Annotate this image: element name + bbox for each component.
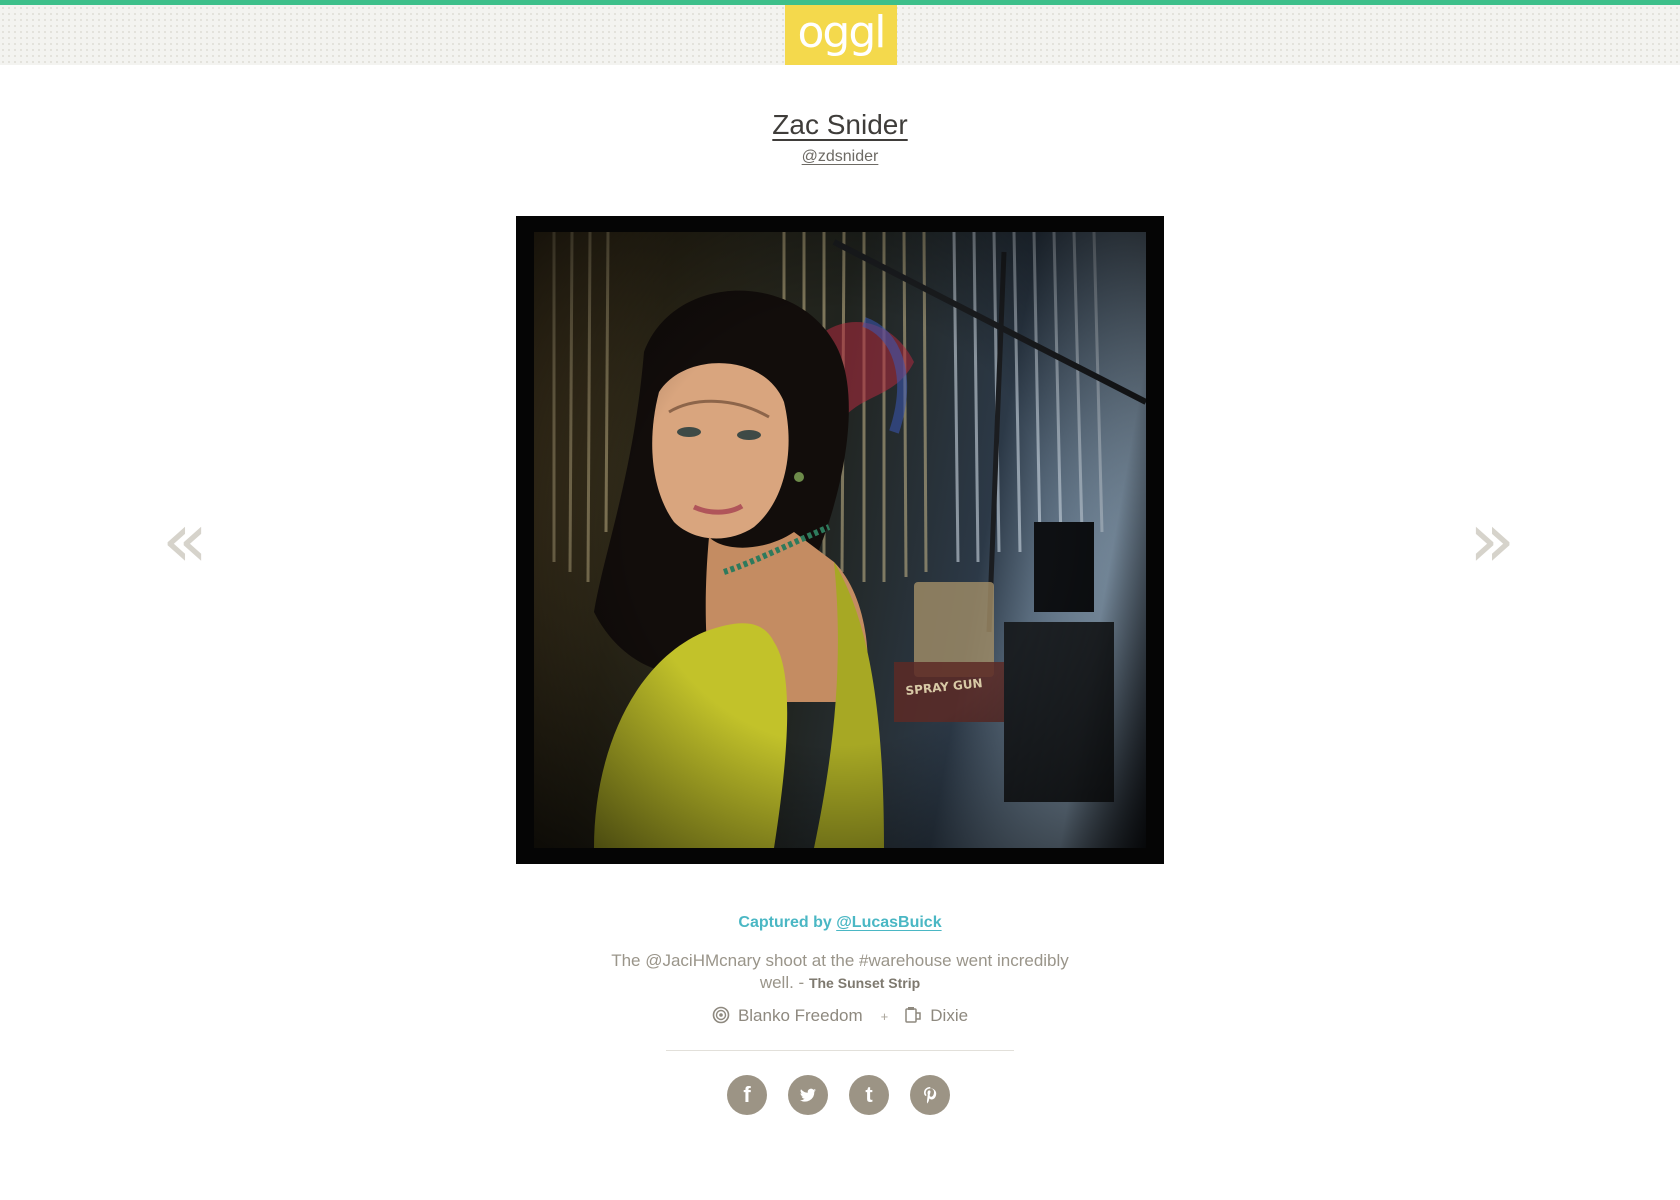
logo-text: oggl (797, 7, 886, 58)
oggl-logo[interactable]: oggl (785, 5, 897, 65)
lens-icon (712, 1006, 730, 1024)
twitter-icon (800, 1088, 816, 1102)
facebook-share-button[interactable]: f (727, 1075, 767, 1115)
photo: SPRAY GUN (534, 232, 1146, 848)
double-chevron-right-icon: » (1468, 495, 1516, 584)
pinterest-icon (924, 1087, 937, 1104)
meta-separator: + (880, 1009, 889, 1024)
photo-caption: The @JaciHMcnary shoot at the #warehouse… (600, 950, 1080, 994)
profile-name-link[interactable]: Zac Snider (772, 109, 907, 140)
film-icon (905, 1007, 922, 1023)
facebook-icon: f (743, 1082, 751, 1107)
photo-vignette (534, 232, 1146, 848)
profile-name: Zac Snider (640, 108, 1040, 142)
profile-handle: @zdsnider (640, 147, 1040, 167)
camera-meta: Blanko Freedom + Dixie (600, 1004, 1080, 1028)
tumblr-icon: t (865, 1082, 873, 1107)
next-photo-button[interactable]: » (1462, 502, 1522, 578)
pinterest-share-button[interactable] (910, 1075, 950, 1115)
divider (666, 1050, 1014, 1051)
previous-photo-button[interactable]: « (155, 502, 215, 578)
captured-prefix: Captured by (738, 914, 832, 931)
share-buttons: f t (0, 1075, 1680, 1115)
double-chevron-left-icon: « (161, 495, 209, 584)
caption-location[interactable]: The Sunset Strip (809, 975, 920, 991)
photographer-link[interactable]: @LucasBuick (836, 914, 941, 931)
photo-frame[interactable]: SPRAY GUN (516, 216, 1164, 864)
tumblr-share-button[interactable]: t (849, 1075, 889, 1115)
twitter-share-button[interactable] (788, 1075, 828, 1115)
lens-name: Blanko Freedom (737, 1006, 863, 1025)
profile-handle-link[interactable]: @zdsnider (802, 148, 879, 165)
captured-by: Captured by @LucasBuick (590, 912, 1090, 934)
film-name: Dixie (930, 1006, 969, 1025)
